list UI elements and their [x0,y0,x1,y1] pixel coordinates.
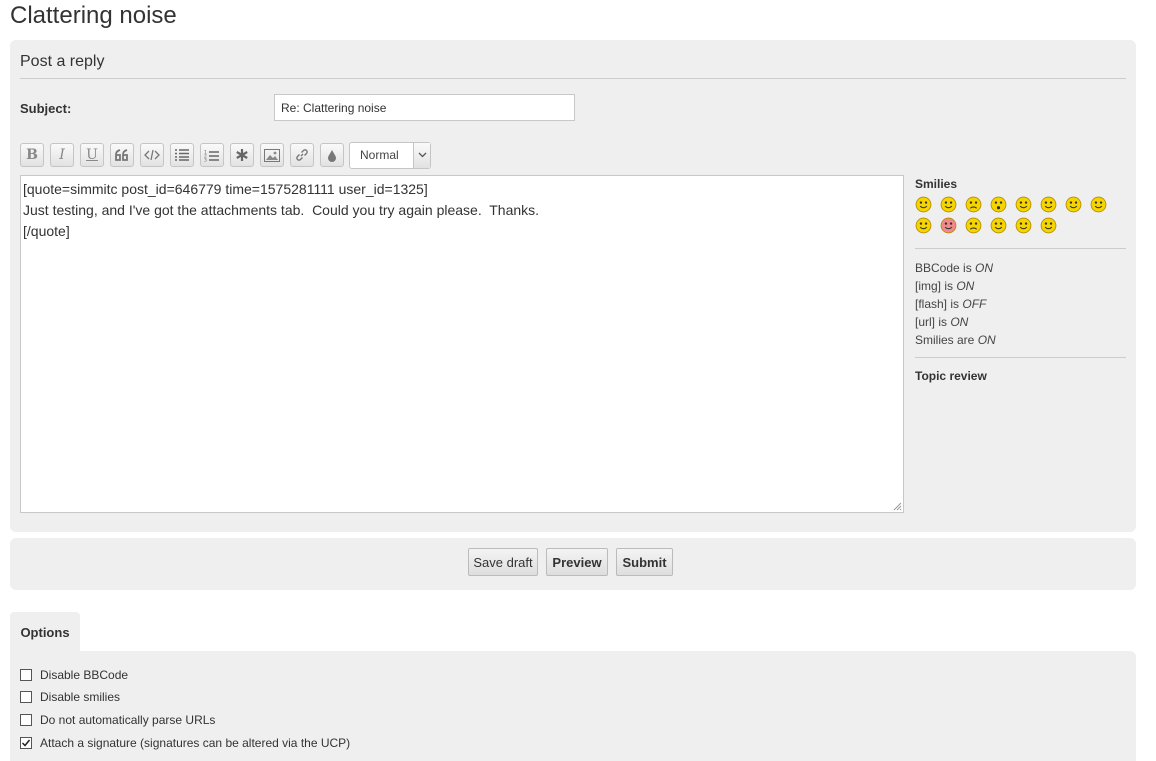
heading-divider [20,78,1126,79]
confused-smiley-icon[interactable] [1015,196,1032,213]
droplet-icon [328,149,336,162]
image-icon [264,148,280,162]
smilies-grid [915,194,1120,236]
bold-icon: B [26,147,38,163]
option-disable-bbcode[interactable]: Disable BBCode [20,668,128,682]
quote-button[interactable] [110,143,134,167]
save-draft-button[interactable]: Save draft [468,548,538,576]
subject-input[interactable] [274,94,575,121]
svg-text:3: 3 [204,157,207,162]
bbcode-status-list: BBCode is ON [img] is ON [flash] is OFF … [915,259,1126,349]
url-button[interactable] [290,143,314,167]
disable-bbcode-checkbox[interactable] [20,669,32,681]
status-img: [img] is ON [915,279,975,293]
editor-sidebar: Smilies BBCode is ON [img] is ON [flash]… [915,177,1126,383]
cool-smiley-icon[interactable] [1040,196,1057,213]
evil-smiley-icon[interactable] [990,217,1007,234]
asterisk-icon [236,149,248,161]
option-disable-smilies[interactable]: Disable smilies [20,690,120,704]
option-disable-magic-url[interactable]: Do not automatically parse URLs [20,713,215,727]
laughing-smiley-icon[interactable] [1065,196,1082,213]
chevron-down-icon [413,142,430,168]
rolling-eyes-smiley-icon[interactable] [1015,217,1032,234]
smilies-title: Smilies [915,177,958,191]
option-attach-signature[interactable]: Attach a signature (signatures can be al… [20,736,350,750]
preview-button[interactable]: Preview [546,548,608,576]
form-heading: Post a reply [20,53,105,70]
underline-icon: U [86,147,98,163]
format-toolbar: B I U 123 Normal [20,141,431,169]
disable-magic-url-checkbox[interactable] [20,714,32,726]
underline-button[interactable]: U [80,143,104,167]
page-title: Clattering noise [10,2,177,29]
code-button[interactable] [140,143,164,167]
sad-smiley-icon[interactable] [965,196,982,213]
post-form-panel: Post a reply Subject: B I U 123 [10,40,1136,532]
list-button[interactable] [170,143,194,167]
wink-smiley-icon[interactable] [1040,217,1057,234]
status-flash: [flash] is OFF [915,297,987,311]
ordered-list-button[interactable]: 123 [200,143,224,167]
submit-button[interactable]: Submit [616,548,673,576]
disable-smilies-checkbox[interactable] [20,691,32,703]
razz-smiley-icon[interactable] [915,217,932,234]
sidebar-divider [915,248,1126,249]
bold-button[interactable]: B [20,143,44,167]
color-button[interactable] [320,143,344,167]
smile-smiley-icon[interactable] [940,196,957,213]
ordered-list-icon: 123 [204,149,219,162]
font-size-select[interactable]: Normal [349,141,431,169]
mad-smiley-icon[interactable] [1090,196,1107,213]
eek-smiley-icon[interactable] [990,196,1007,213]
attach-signature-checkbox[interactable] [20,737,32,749]
link-icon [296,149,308,161]
image-button[interactable] [260,143,284,167]
submit-buttons-panel: Save draft Preview Submit [10,538,1136,590]
italic-button[interactable]: I [50,143,74,167]
message-textarea[interactable]: [quote=simmitc post_id=646779 time=15752… [20,175,904,513]
font-size-value: Normal [360,148,399,162]
very-happy-smiley-icon[interactable] [915,196,932,213]
quote-icon [115,149,128,161]
crying-smiley-icon[interactable] [965,217,982,234]
sidebar-divider [915,357,1126,358]
list-icon [175,149,189,161]
status-smilies: Smilies are ON [915,333,996,347]
embarrassed-smiley-icon[interactable] [940,217,957,234]
code-icon [144,149,160,161]
resize-grip-icon[interactable] [892,501,902,511]
italic-icon: I [59,147,65,163]
status-bbcode: BBCode is ON [915,261,994,275]
list-item-button[interactable] [230,143,254,167]
topic-review-link[interactable]: Topic review [915,369,1126,383]
tab-options[interactable]: Options [10,612,80,652]
status-url: [url] is ON [915,315,969,329]
options-panel: Disable BBCode Disable smilies Do not au… [10,651,1136,761]
subject-label: Subject: [20,101,72,116]
